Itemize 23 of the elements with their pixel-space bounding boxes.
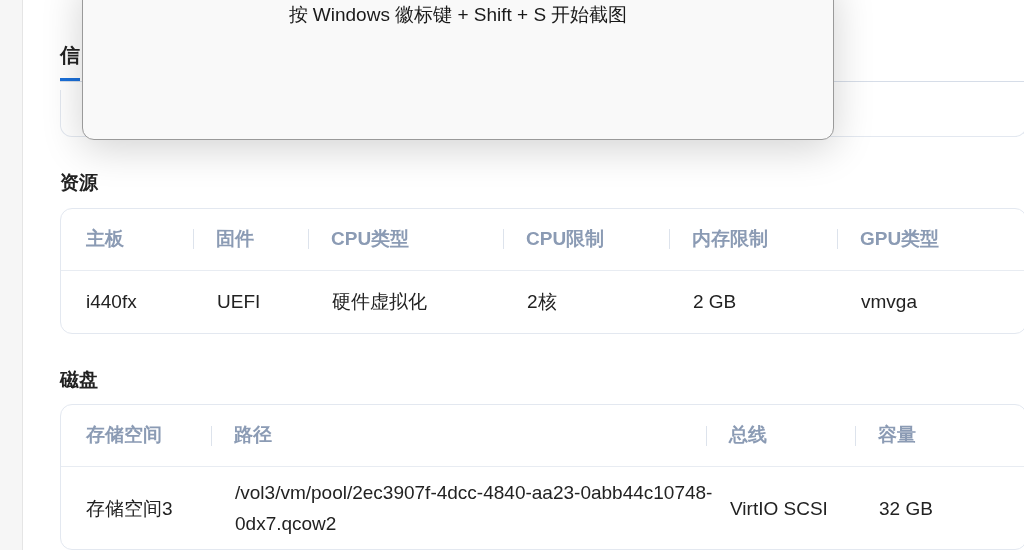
- table-cell: 2核: [527, 291, 557, 312]
- column-header: CPU限制: [526, 226, 605, 251]
- section-title: 资源: [60, 171, 99, 195]
- column-header: 固件: [216, 226, 254, 251]
- column-header: 内存限制: [692, 226, 768, 251]
- column-header: 路径: [234, 423, 272, 448]
- dialog-message: 按 Windows 徽标键 + Shift + S 开始截图: [288, 4, 628, 25]
- column-header: 存储空间: [86, 423, 162, 448]
- table-cell: 存储空间3: [86, 497, 173, 519]
- table-cell: /vol3/vm/pool/2ec3907f-4dcc-4840-aa23-0abb44c10748-0dx7.qcow2: [235, 482, 713, 534]
- table-cell: VirtIO SCSI: [730, 497, 828, 519]
- table-cell: 2 GB: [693, 291, 737, 312]
- column-header: CPU类型: [331, 226, 410, 251]
- table-cell: UEFI: [217, 291, 261, 312]
- column-header: 容量: [878, 423, 916, 448]
- table-cell: 硬件虚拟化: [332, 291, 427, 312]
- column-header: GPU类型: [860, 226, 940, 251]
- column-header: 主板: [86, 226, 124, 251]
- column-header: 总线: [729, 423, 767, 448]
- table-cell: vmvga: [861, 291, 917, 312]
- table-cell: 32 GB: [879, 497, 933, 519]
- section-title: 磁盘: [60, 367, 99, 392]
- table-cell: i440fx: [86, 291, 137, 312]
